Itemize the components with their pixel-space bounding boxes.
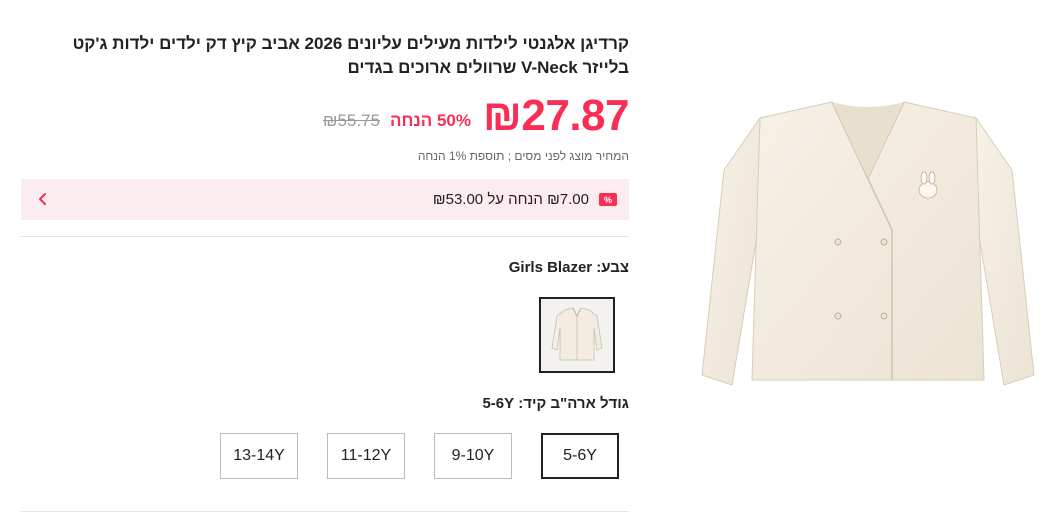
coupon-icon: % xyxy=(599,193,617,206)
swatch-thumbnail xyxy=(551,307,603,361)
promo-coupon-bar[interactable]: % ₪7.00 הנחה על ₪53.00 xyxy=(21,179,629,220)
tax-note: המחיר מוצג לפני מסים ; תוספת 1% הנחה xyxy=(417,149,629,163)
color-label: צבע: Girls Blazer xyxy=(509,259,629,276)
color-value: Girls Blazer xyxy=(508,259,593,276)
size-option-13-14y[interactable]: 13-14Y xyxy=(220,433,298,479)
size-options: 5-6Y 9-10Y 11-12Y 13-14Y xyxy=(220,433,619,479)
color-label-title: צבע: xyxy=(596,259,629,276)
section-divider xyxy=(21,236,629,237)
chevron-left-icon[interactable] xyxy=(35,189,51,209)
bottom-divider xyxy=(21,511,629,512)
price-row: ₪27.87 50% הנחה ₪55.75 xyxy=(323,88,629,144)
product-info-panel: קרדיגן אלגנטי לילדות מעילים עליונים 2026… xyxy=(21,0,630,518)
size-option-9-10y[interactable]: 9-10Y xyxy=(434,433,512,479)
cardigan-illustration xyxy=(701,101,1035,386)
size-value: 5-6Y xyxy=(482,395,515,412)
product-image[interactable] xyxy=(692,80,1044,410)
size-option-5-6y[interactable]: 5-6Y xyxy=(541,433,619,479)
product-title: קרדיגן אלגנטי לילדות מעילים עליונים 2026… xyxy=(72,34,629,77)
size-label: גודל ארה"ב קיד: 5-6Y xyxy=(482,395,629,412)
promo-text: ₪7.00 הנחה על ₪53.00 xyxy=(432,191,589,208)
size-option-11-12y[interactable]: 11-12Y xyxy=(327,433,405,479)
discount-badge: 50% הנחה xyxy=(390,111,471,130)
current-price: ₪27.87 xyxy=(483,91,630,140)
color-swatch-girls-blazer[interactable] xyxy=(539,297,615,373)
size-label-title: גודל ארה"ב קיד: xyxy=(518,395,629,412)
original-price: ₪55.75 xyxy=(323,111,381,130)
